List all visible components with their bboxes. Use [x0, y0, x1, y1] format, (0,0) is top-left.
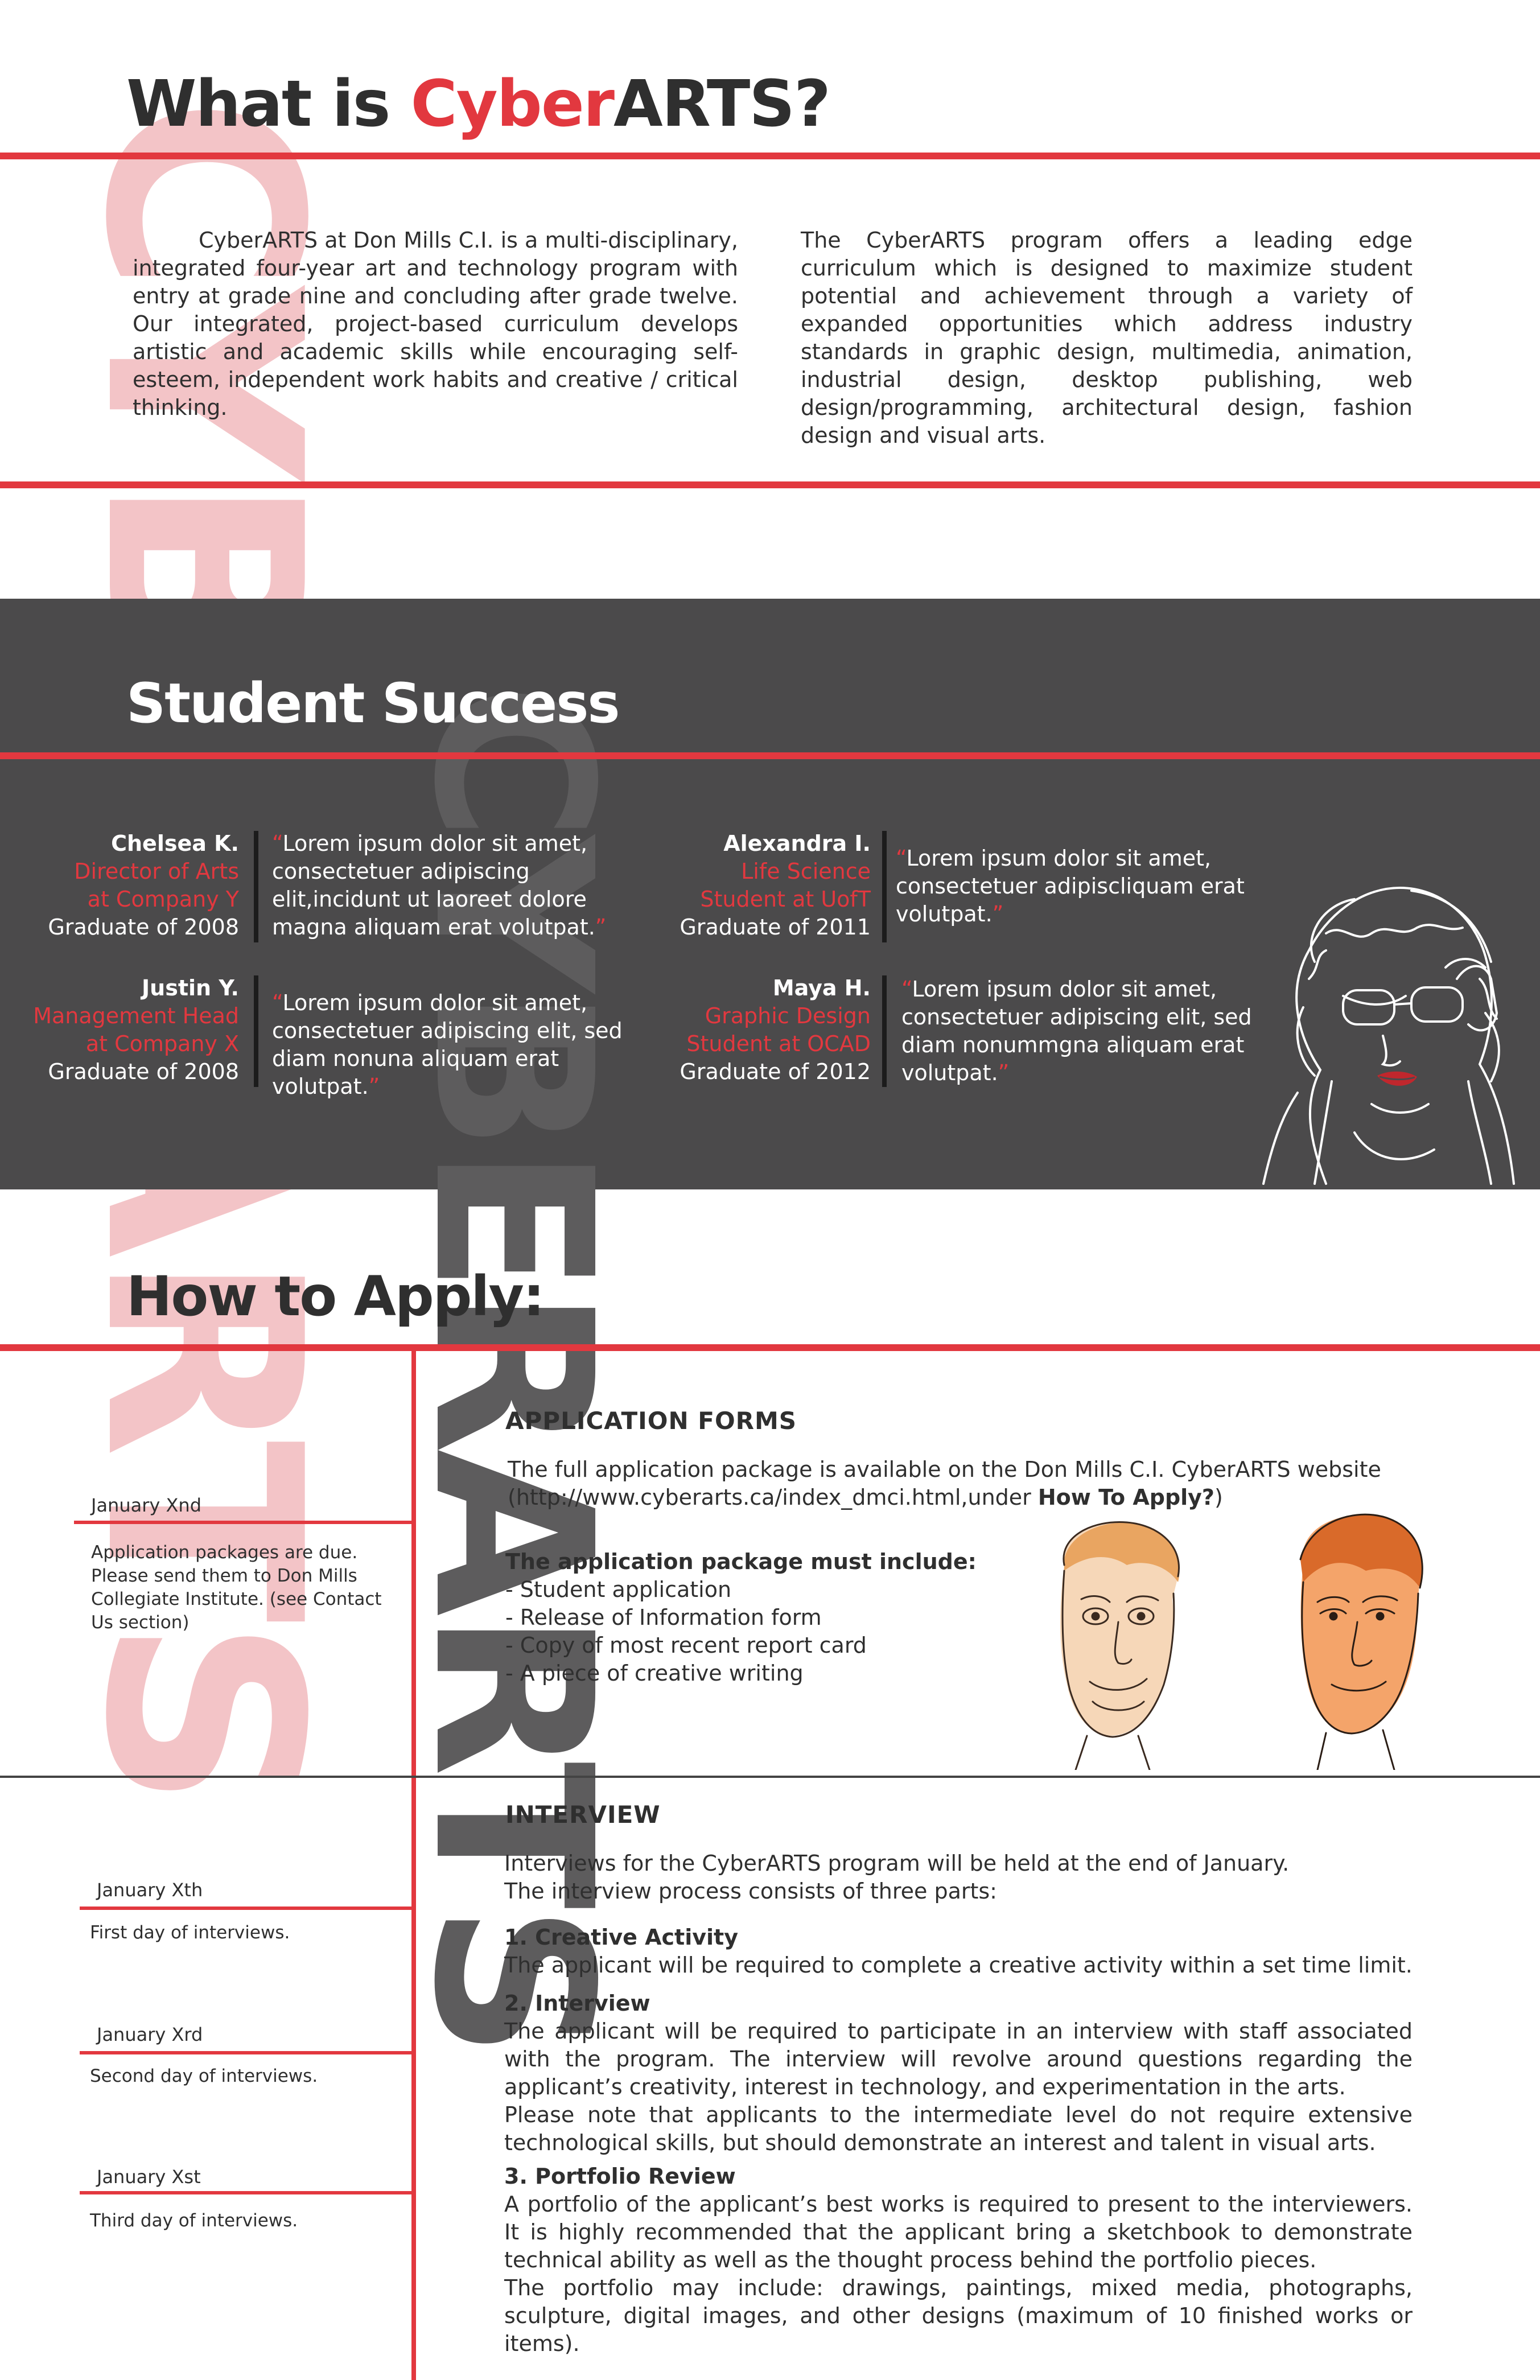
- section-divider: [0, 1776, 1540, 1778]
- checklist-item: - A piece of creative writing: [505, 1661, 804, 1686]
- timeline-description: First day of interviews.: [90, 1922, 290, 1943]
- student-role: Student at UofT: [700, 887, 871, 912]
- quote-close-mark: ”: [992, 901, 1004, 927]
- quote-close-mark: ”: [595, 915, 607, 940]
- quote-text: Lorem ipsum dolor sit amet, consectetuer…: [272, 990, 623, 1099]
- timeline-tick: [74, 1521, 414, 1524]
- intro-title-accent: Cyber: [410, 67, 615, 141]
- timeline-description: Application packages are due. Please sen…: [91, 1542, 382, 1633]
- quote-open-mark: “: [272, 990, 283, 1015]
- checklist-item: - Release of Information form: [505, 1605, 822, 1630]
- student-graduation: Graduate of 2008: [48, 915, 239, 940]
- timeline-description: Third day of interviews.: [90, 2210, 298, 2231]
- student-chelsea-info: Chelsea K. Director of Arts at Company Y…: [23, 830, 239, 941]
- student-justin-info: Justin Y. Management Head at Company X G…: [23, 974, 239, 1086]
- quote-close-mark: ”: [368, 1074, 380, 1099]
- student-success-rule: [0, 752, 1540, 759]
- timeline-description: Second day of interviews.: [90, 2066, 318, 2086]
- timeline-date: January Xnd: [91, 1494, 201, 1516]
- forms-text-link-label: How To Apply?: [1037, 1485, 1214, 1510]
- how-to-apply-title: How to Apply:: [126, 1265, 545, 1328]
- interview-part-text: The applicant will be required to partic…: [504, 2019, 1413, 2099]
- interview-part-title: 1. Creative Activity: [504, 1925, 738, 1950]
- student-graduation: Graduate of 2008: [48, 1059, 239, 1084]
- forms-text-end: ): [1214, 1485, 1223, 1510]
- interview-content: Interviews for the CyberARTS program wil…: [504, 1850, 1413, 2358]
- student-maya-info: Maya H. Graphic Design Student at OCAD G…: [654, 974, 871, 1086]
- interview-part-note: The portfolio may include: drawings, pai…: [504, 2275, 1413, 2356]
- student-role: Graphic Design: [705, 1003, 871, 1028]
- student-success-title: Student Success: [126, 672, 620, 735]
- testimonial-divider: [254, 975, 258, 1087]
- boy-sketch-illustration-right: [1299, 1513, 1423, 1770]
- quote-text: Lorem ipsum dolor sit amet, consectetuer…: [896, 846, 1245, 927]
- interview-part-note: Please note that applicants to the inter…: [504, 2102, 1413, 2155]
- testimonial-divider: [254, 831, 258, 942]
- quote-text: Lorem ipsum dolor sit amet, consectetuer…: [901, 977, 1252, 1085]
- checklist-heading: The application package must include:: [505, 1549, 977, 1574]
- student-name: Maya H.: [772, 975, 871, 1000]
- quote-open-mark: “: [272, 831, 283, 856]
- intro-column-1: CyberARTS at Don Mills C.I. is a multi-d…: [133, 228, 738, 420]
- interview-part-text: A portfolio of the applicant’s best work…: [504, 2192, 1413, 2272]
- interview-part-title: 2. Interview: [504, 1991, 650, 2016]
- girl-sketch-illustration: [1262, 886, 1515, 1185]
- application-forms-heading: APPLICATION FORMS: [505, 1407, 797, 1435]
- application-forms-text: The full application package is availabl…: [508, 1456, 1475, 1512]
- forms-text: The full application package is availabl…: [508, 1457, 1381, 1510]
- student-name: Justin Y.: [142, 975, 239, 1000]
- application-checklist: The application package must include: - …: [505, 1548, 1018, 1687]
- student-graduation: Graduate of 2012: [680, 1059, 871, 1084]
- timeline-date: January Xth: [97, 1879, 203, 1901]
- timeline-date: January Xst: [97, 2166, 201, 2188]
- interview-heading: INTERVIEW: [505, 1801, 661, 1829]
- student-graduation: Graduate of 2011: [680, 915, 871, 940]
- student-justin-quote: “Lorem ipsum dolor sit amet, consectetue…: [272, 989, 648, 1101]
- checklist-item: - Student application: [505, 1577, 732, 1602]
- testimonial-divider: [882, 975, 887, 1087]
- interview-intro: Interviews for the CyberARTS program wil…: [504, 1851, 1290, 1876]
- interview-part-text: The applicant will be required to comple…: [504, 1953, 1413, 1978]
- quote-open-mark: “: [901, 977, 912, 1002]
- student-maya-quote: “Lorem ipsum dolor sit amet, consectetue…: [901, 975, 1254, 1087]
- timeline-tick: [80, 2191, 414, 2194]
- quote-close-mark: ”: [998, 1060, 1010, 1085]
- student-alexandra-quote: “Lorem ipsum dolor sit amet, consectetue…: [896, 845, 1249, 928]
- intro-column-2: The CyberARTS program offers a leading e…: [801, 228, 1413, 448]
- quote-open-mark: “: [896, 846, 907, 871]
- student-role: at Company X: [85, 1031, 239, 1056]
- testimonial-divider: [882, 831, 887, 942]
- boy-sketch-illustration-left: [1060, 1521, 1180, 1770]
- student-role: Director of Arts: [74, 859, 239, 884]
- quote-text: Lorem ipsum dolor sit amet, consectetuer…: [272, 831, 595, 940]
- intro-title-post: ARTS?: [613, 67, 831, 141]
- student-role: Management Head: [33, 1003, 239, 1028]
- interview-part-title: 3. Portfolio Review: [504, 2164, 736, 2189]
- how-to-apply-rule: [0, 1344, 1540, 1351]
- student-role: Student at OCAD: [686, 1031, 871, 1056]
- student-name: Chelsea K.: [111, 831, 239, 856]
- student-alexandra-info: Alexandra I. Life Science Student at Uof…: [654, 830, 871, 941]
- timeline-date: January Xrd: [97, 2024, 203, 2045]
- intro-bottom-rule: [0, 481, 1540, 488]
- timeline-tick: [80, 1907, 414, 1910]
- student-role: Life Science: [741, 859, 871, 884]
- checklist-item: - Copy of most recent report card: [505, 1633, 867, 1658]
- student-role: at Company Y: [87, 887, 239, 912]
- intro-title-pre: What is: [126, 67, 411, 141]
- interview-intro: The interview process consists of three …: [504, 1879, 997, 1904]
- timeline-tick: [80, 2051, 414, 2054]
- intro-title: What is CyberARTS?: [126, 67, 831, 141]
- student-chelsea-quote: “Lorem ipsum dolor sit amet, consectetue…: [272, 830, 648, 941]
- intro-title-rule: [0, 153, 1540, 159]
- student-name: Alexandra I.: [723, 831, 871, 856]
- timeline-vertical-rule: [411, 1348, 416, 2380]
